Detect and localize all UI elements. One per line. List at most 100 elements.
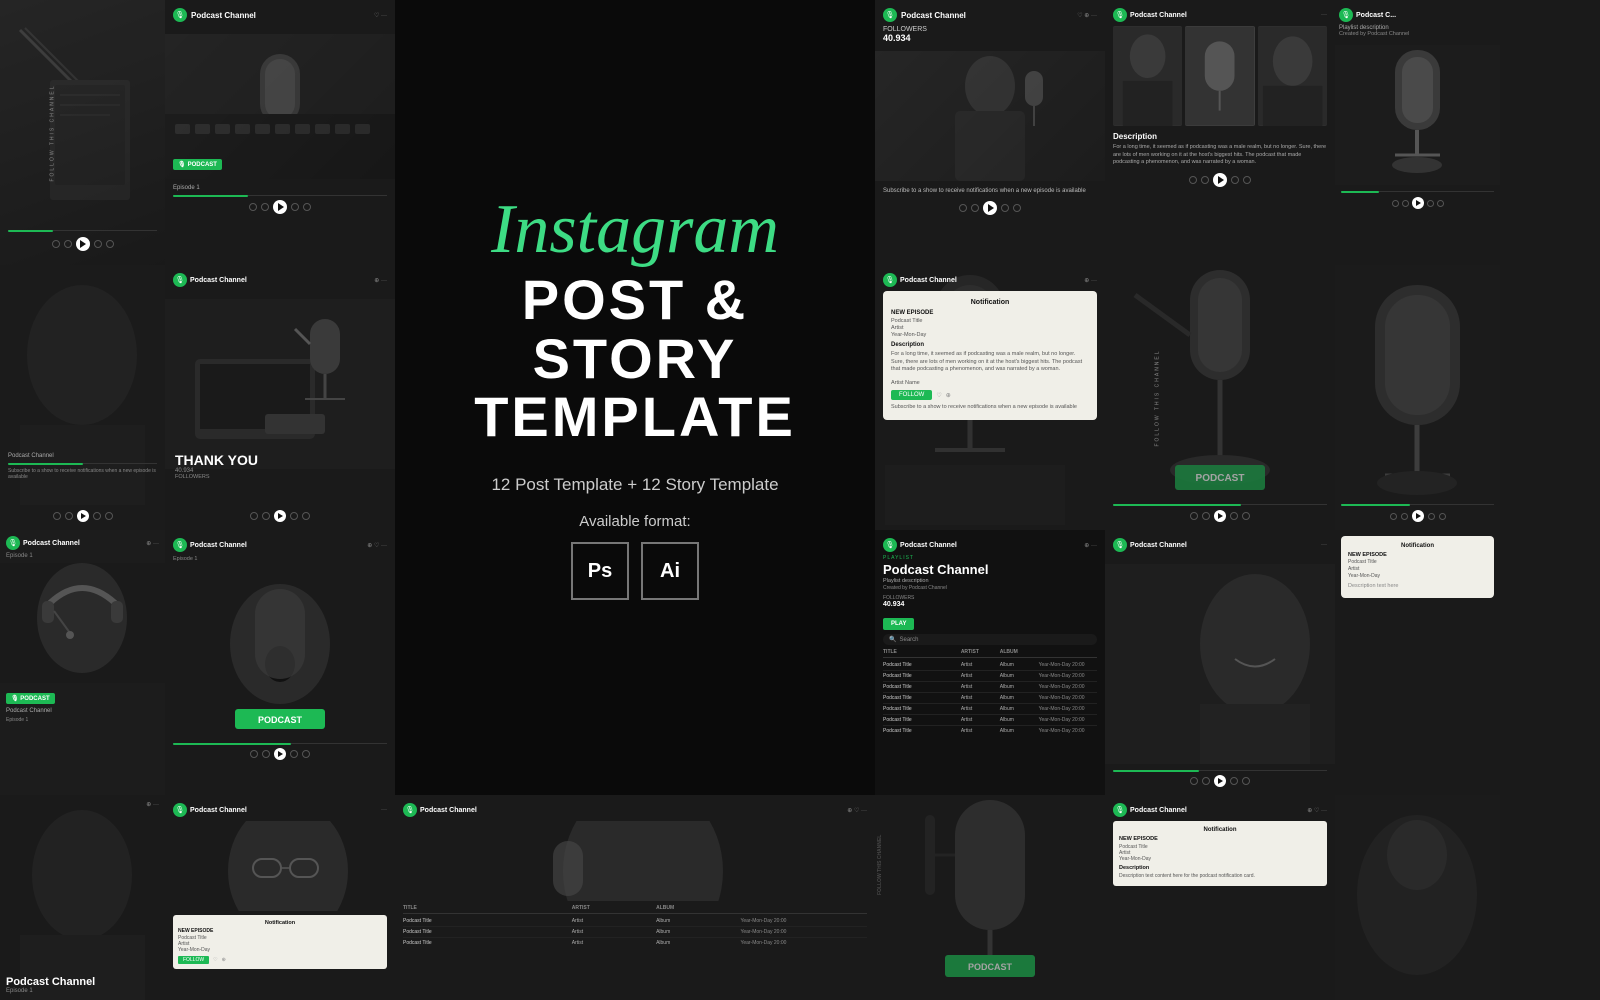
format-badges-group: Ps Ai [571,542,699,600]
play-btn-9[interactable]: PLAY [883,618,914,630]
share-7: ⊕ ··· [146,540,159,547]
podcast-icon-8: 🎙 [173,538,187,552]
th-title: TITLE [883,649,961,655]
card-col6-row3: Notification NEW EPISODE Podcast Title A… [1335,530,1500,795]
thank-you-text: Thank You 40.934 FOLLOWERS [175,452,258,480]
card-header-2: 🎙 Podcast Channel ♡ ⊕ ··· [883,8,1097,22]
follow-channel-text: FOLLOW THIS CHANNEL [50,84,56,181]
episode-label: Episode 1 [173,185,387,191]
podcast-icon-10: 🎙 [1113,538,1127,552]
followers-count: 40.934 [883,33,1097,43]
follow-count-9: 40.934 [883,601,914,608]
description-title: Description [1113,132,1327,141]
channel-name-3: Podcast Channel [1130,12,1187,19]
table-row: Podcast Title Artist Album Year-Mon-Day … [883,671,1097,682]
table-row: Podcast Title Artist Album Year-Mon-Day … [883,693,1097,704]
podcast-icon-6: 🎙 [883,273,897,287]
table-row: Podcast Title Artist Album Year-Mon-Day … [883,726,1097,736]
episode-label-7: Episode 1 [6,717,159,723]
share-b2-icon: ⊕ [222,957,226,963]
card-col1-row2: Podcast Channel Subscribe to a show to r… [0,265,165,530]
card-col4-row4: PODCAST FOLLOW THIS CHANNEL [875,795,1105,1000]
card-col3-row4: 🎙 Podcast Channel ⊕ ♡ ··· TITLE ARTIST A… [395,795,875,1000]
notification-title-2: Notification [1348,543,1487,549]
hero-section: Instagram POST & STORY TEMPLATE 12 Post … [395,0,875,795]
table-row: Podcast Title Artist Album Year-Mon-Day … [883,682,1097,693]
format-ai-badge: Ai [641,542,699,600]
new-ep-b2: NEW EPISODE [178,928,382,934]
channel-7: Podcast Channel [23,540,80,547]
card-col4-row3: 🎙 Podcast Channel ⊕ ··· PLAYLIST Podcast… [875,530,1105,795]
channel-6: Podcast Channel [900,277,957,284]
follow-btn-notif[interactable]: FOLLOW [891,390,932,400]
episode-label-8: Episode 1 [173,556,387,562]
th-date [1039,649,1097,655]
podcast-title-notif: Podcast Title [891,318,1089,324]
table-row: Podcast Title Artist Album Year-Mon-Day … [883,704,1097,715]
podcast-icon: 🎙 [173,8,187,22]
created-by-9: Created by Podcast Channel [883,585,1097,591]
card-col4-row2: 🎙 Podcast Channel ⊕ ··· Notification NEW… [875,265,1105,530]
svg-text:PODCAST: PODCAST [968,962,1013,972]
share-icons: ♡ ··· [374,12,387,19]
subscribe-text: Subscribe to a show to receive notificat… [883,187,1097,195]
artist-name-notif: Artist Name [891,380,1089,386]
share-5: ⊕ ··· [374,277,387,284]
table-row: Podcast Title Artist Album Year-Mon-Day … [883,715,1097,726]
table-row: Podcast Title Artist Album Year-Mon-Day … [883,660,1097,671]
desc-body-2: Description text here [1348,583,1487,591]
followers-label: FOLLOWERS [883,26,1097,33]
desc-label-b5: Description [1119,865,1321,871]
podcast-icon-b3: 🎙 [403,803,417,817]
format-ps-badge: Ps [571,542,629,600]
svg-text:FOLLOW THIS CHANNEL: FOLLOW THIS CHANNEL [877,835,883,895]
channel-name-4: Podcast C... [1356,12,1396,19]
podcast-icon-b2: 🎙 [173,803,187,817]
channel-10: Podcast Channel [1130,542,1187,549]
card-header-left-2: 🎙 Podcast Channel [883,8,966,22]
card-col2-row4: 🎙 Podcast Channel ··· Notification [165,795,395,1000]
follower-label-5: FOLLOWERS [175,474,258,480]
channel-5: Podcast Channel [190,277,247,284]
created-by-4: Created by Podcast Channel [1339,31,1492,37]
desc-body-notif: For a long time, it seemed as if podcast… [891,351,1089,374]
notif-b5: Notification [1119,827,1321,833]
card-col4-row1: 🎙 Podcast Channel ♡ ⊕ ··· FOLLOWERS 40.9… [875,0,1105,265]
table-row-b3: Podcast Title Artist Album Year-Mon-Day … [403,916,867,927]
table-row-b3-3: Podcast Title Artist Album Year-Mon-Day … [403,938,867,948]
th-artist-b3: ARTIST [572,905,656,911]
notification-title: Notification [891,299,1089,306]
follow-b2[interactable]: FOLLOW [178,956,209,964]
new-ep-label-2: NEW EPISODE [1348,552,1487,558]
share-b5: ⊕ ♡ ··· [1307,807,1327,814]
share-3: ··· [1321,12,1327,18]
share-b3: ⊕ ♡ ··· [847,807,867,814]
podcast-badge: 🎙PODCAST [173,153,222,171]
hero-template-label: TEMPLATE [474,388,796,447]
podcast-icon-7: 🎙 [6,536,20,550]
podcast-icon-2: 🎙 [883,8,897,22]
share-notif: ⊕ [946,392,951,399]
new-ep-b5: NEW EPISODE [1119,836,1321,842]
playlist-desc-9: Playlist description [883,578,1097,584]
share-10: ··· [1321,542,1327,548]
card-title-2: Podcast Channel [901,11,966,20]
notif-title-b2: Notification [178,920,382,926]
share-9: ⊕ ··· [1084,542,1097,549]
card-col2-row3: 🎙 Podcast Channel ⊕ ♡ ··· Episode 1 [165,530,395,795]
bottom-episode: Episode 1 [6,988,159,994]
year-mon-notif: Year-Mon-Day [891,332,1089,338]
card-col2-row2: 🎙 Podcast Channel ⊕ ··· [165,265,395,530]
playlist-channel-title: Podcast Channel [883,563,1097,577]
card-col5-row1: 🎙 Podcast Channel ··· [1105,0,1335,265]
desc-label-notif: Description [891,342,1089,348]
card-col5-row4: 🎙 Podcast Channel ⊕ ♡ ··· Notification N… [1105,795,1335,1000]
podcast-label: 🎙PODCAST [173,159,222,170]
channel-b3: Podcast Channel [420,807,477,814]
table-row-b3-2: Podcast Title Artist Album Year-Mon-Day … [403,927,867,938]
table-rows: Podcast Title Artist Album Year-Mon-Day … [883,660,1097,736]
podcast-icon-4: 🎙 [1339,8,1353,22]
podcast-icon-5: 🎙 [173,273,187,287]
card-col1-row3: 🎙 Podcast Channel ⊕ ··· Episode 1 [0,530,165,795]
episode-7: Episode 1 [6,553,159,559]
